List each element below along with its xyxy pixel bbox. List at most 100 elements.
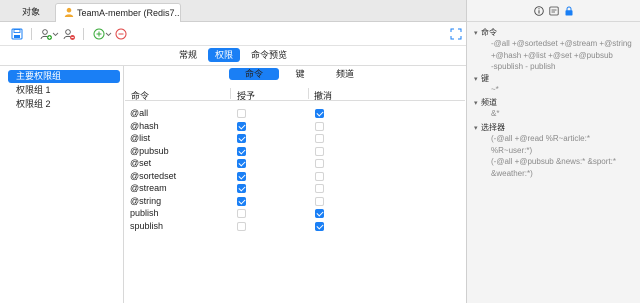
section-header[interactable]: ▾ 频道 (474, 97, 497, 108)
revoke-checkbox[interactable] (315, 196, 324, 206)
grant-checkbox[interactable] (237, 159, 246, 168)
revoke-checkbox[interactable] (315, 221, 324, 231)
section-body: (-@all +@read %R~article:* %R~user:*) (-@… (491, 133, 633, 179)
grant-checkbox[interactable] (237, 221, 246, 231)
grant-checkbox[interactable] (237, 196, 246, 206)
expand-icon[interactable] (450, 28, 462, 40)
sub-segmented-control: 命令键频道 (229, 68, 365, 82)
tab-commands[interactable]: 命令 (229, 68, 279, 80)
revoke-checkbox[interactable] (315, 209, 324, 218)
group-item-2[interactable]: 权限组 2 (8, 98, 120, 111)
section-body: &* (491, 108, 633, 120)
section-title: 键 (481, 74, 489, 83)
command-name: @stream (130, 183, 167, 193)
save-icon[interactable] (11, 28, 23, 40)
section-body: -@all +@sortedset +@stream +@string +@has… (491, 38, 633, 73)
grant-checkbox[interactable] (237, 171, 246, 181)
section-header[interactable]: ▾ 选择器 (474, 122, 505, 133)
add-circle-icon[interactable] (93, 28, 105, 40)
grant-checkbox[interactable] (237, 146, 246, 156)
section-title: 频道 (481, 98, 497, 107)
chevron-down-icon[interactable]: ▾ (474, 75, 481, 83)
table-row: publish (125, 207, 465, 220)
section-line: (-@all +@pubsub &news:* &sport:* (491, 157, 616, 166)
chevron-down-icon[interactable]: ▾ (474, 99, 481, 107)
section-title: 命令 (481, 28, 497, 37)
revoke-checkbox[interactable] (315, 184, 324, 193)
revoke-checkbox[interactable] (315, 121, 324, 131)
section-line: &weather:*) (491, 168, 533, 178)
section-line: +@hash +@list +@set +@pubsub (491, 50, 613, 60)
remove-user-icon[interactable] (63, 28, 75, 40)
revoke-checkbox[interactable] (315, 109, 324, 118)
chevron-down-icon[interactable]: ▾ (474, 29, 481, 37)
section-line: -@all +@sortedset +@stream +@string (491, 39, 632, 48)
column-header-grant[interactable]: 授予 (237, 89, 255, 102)
section-header[interactable]: ▾ 键 (474, 73, 489, 84)
section-line: -spublish - publish (491, 62, 556, 71)
toolbar (0, 22, 466, 46)
column-header-command[interactable]: 命令 (131, 89, 149, 102)
tab-bar: 对象 TeamA-member (Redis7... (0, 0, 466, 22)
revoke-checkbox[interactable] (315, 146, 324, 156)
command-name: @set (130, 158, 152, 168)
table-row: spublish (125, 220, 465, 233)
command-name: @list (130, 133, 151, 143)
section-title: 选择器 (481, 123, 505, 132)
group-item-1[interactable]: 权限组 1 (8, 84, 120, 97)
tab-command-preview[interactable]: 命令预览 (244, 48, 294, 62)
table-row: @pubsub (125, 145, 465, 158)
command-name: @all (130, 108, 149, 118)
table-header: 命令 授予 撤消 (125, 86, 465, 101)
command-name: @pubsub (130, 145, 169, 156)
command-name: @sortedset (130, 170, 177, 181)
main-segmented-control: 常规 权限 命令预览 (0, 48, 466, 64)
info-icon[interactable] (534, 6, 544, 16)
table-row: @string (125, 195, 465, 208)
section-header[interactable]: ▾ 命令 (474, 27, 497, 38)
revoke-checkbox[interactable] (315, 171, 324, 181)
table-row: @stream (125, 182, 465, 195)
section-line: ~* (491, 85, 499, 94)
add-user-icon[interactable] (40, 28, 52, 40)
grant-checkbox[interactable] (237, 209, 246, 218)
table-body: @all @hash @list @pubsub @set @sortedset @stre… (125, 101, 465, 232)
command-name: spublish (130, 220, 164, 231)
chevron-down-icon[interactable] (52, 28, 59, 40)
table-row: @list (125, 132, 465, 145)
command-name: @hash (130, 120, 159, 131)
tab-general[interactable]: 常规 (172, 48, 204, 62)
grant-checkbox[interactable] (237, 184, 246, 193)
remove-circle-icon[interactable] (115, 28, 127, 40)
permission-group-list: 主要权限组 权限组 1 权限组 2 (0, 66, 124, 303)
section-line: (-@all +@read %R~article:* %R~user:*) (491, 134, 590, 155)
column-separator (230, 88, 231, 99)
section-line: &* (491, 109, 500, 118)
tab-objects[interactable]: 对象 (14, 3, 48, 22)
table-row: @hash (125, 120, 465, 133)
inspector-toolbar (467, 0, 640, 22)
column-header-revoke[interactable]: 撤消 (314, 89, 332, 102)
chevron-down-icon[interactable] (105, 28, 112, 40)
lock-icon[interactable] (564, 6, 574, 16)
command-name: @string (130, 195, 162, 206)
column-separator (308, 88, 309, 99)
table-row: @sortedset (125, 170, 465, 183)
grant-checkbox[interactable] (237, 134, 246, 143)
chevron-down-icon[interactable]: ▾ (474, 124, 481, 132)
tab-permissions[interactable]: 权限 (207, 48, 240, 62)
section-body: ~* (491, 84, 633, 96)
grant-checkbox[interactable] (237, 121, 246, 131)
tab-channels[interactable]: 频道 (325, 68, 365, 80)
revoke-checkbox[interactable] (315, 159, 324, 168)
toolbar-separator (31, 28, 32, 40)
ddl-icon[interactable] (549, 6, 559, 16)
group-item-main[interactable]: 主要权限组 (8, 70, 120, 83)
user-icon (64, 7, 74, 17)
grant-checkbox[interactable] (237, 109, 246, 118)
command-name: publish (130, 208, 159, 218)
tab-keys[interactable]: 键 (287, 68, 313, 80)
tab-team-member[interactable]: TeamA-member (Redis7... (55, 3, 181, 22)
toolbar-separator (83, 28, 84, 40)
revoke-checkbox[interactable] (315, 134, 324, 143)
